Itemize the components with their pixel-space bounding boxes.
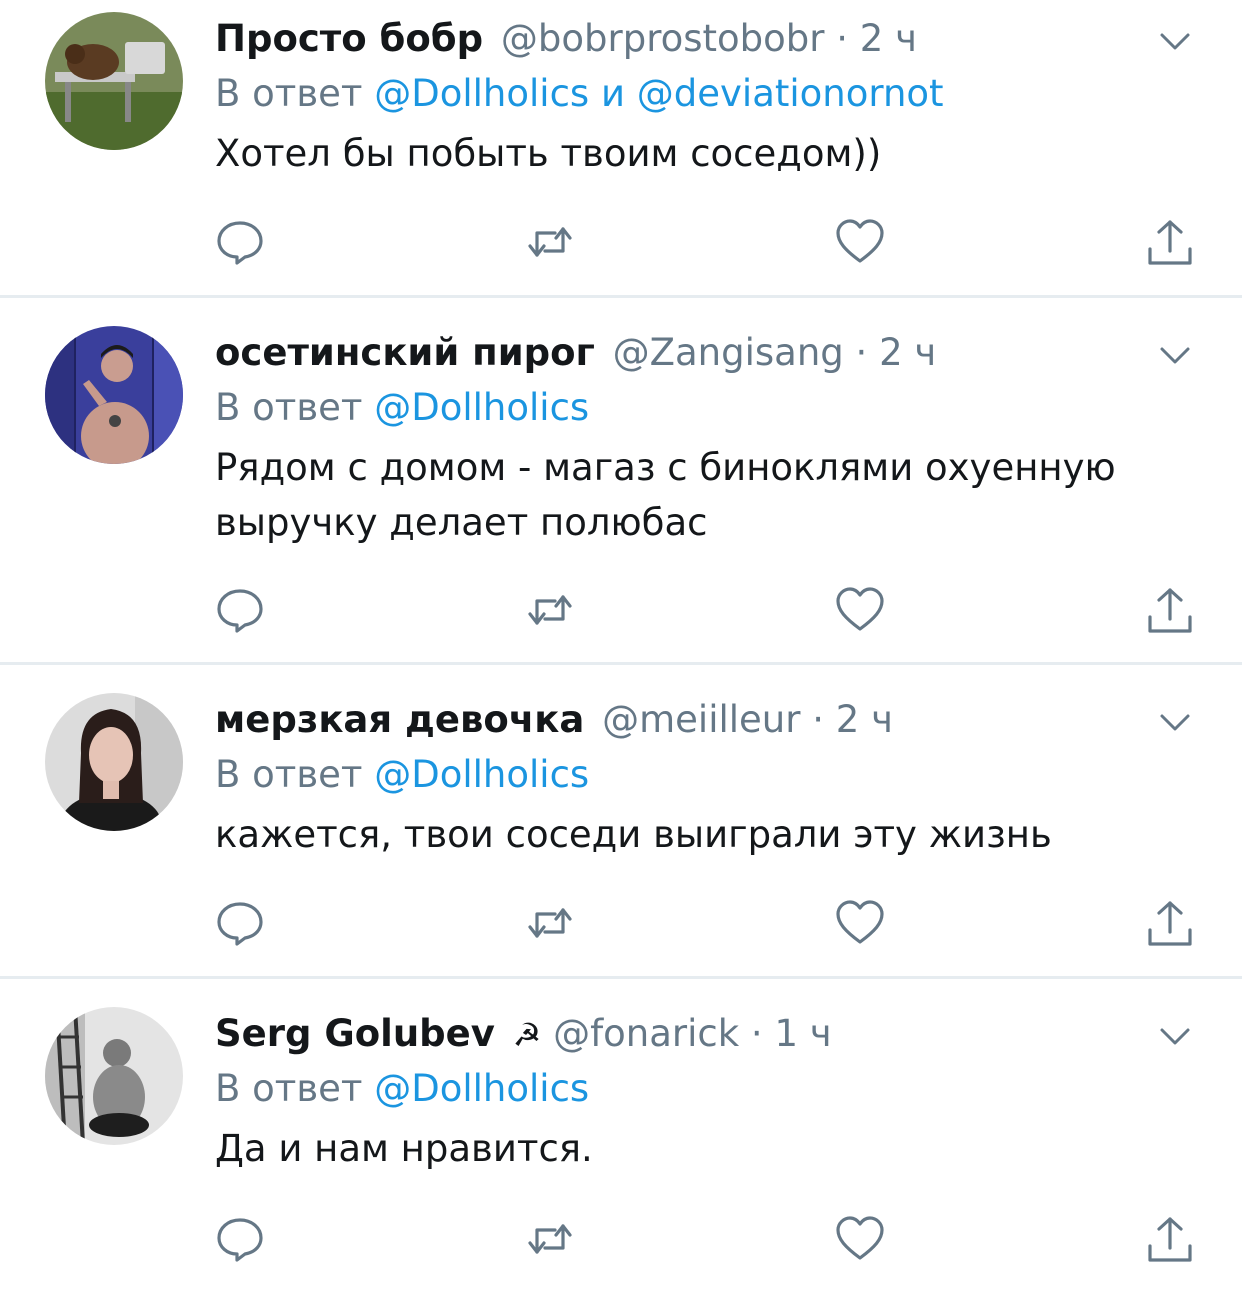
mention-link[interactable]: @Dollholics [374,386,589,429]
reply-prefix: В ответ [215,753,363,796]
like-icon[interactable] [835,898,885,948]
like-icon[interactable] [835,585,885,635]
like-icon[interactable] [835,217,885,267]
user-handle[interactable]: @Zangisang [613,331,844,374]
chevron-down-icon[interactable] [1156,22,1194,60]
display-name[interactable]: мерзкая девочка [215,698,584,741]
bw-man-hat-avatar [45,1007,183,1145]
reply-icon[interactable] [215,1214,265,1264]
tweet-header: мерзкая девочка @meiilleur · 2 ч [215,695,1212,745]
share-icon[interactable] [1145,217,1195,267]
display-name[interactable]: Serg Golubev [215,1012,495,1055]
timestamp[interactable]: 2 ч [879,331,936,374]
timestamp[interactable]: 1 ч [774,1012,831,1055]
mention-link[interactable]: @Dollholics [374,753,589,796]
timestamp[interactable]: 2 ч [836,698,893,741]
reply-icon[interactable] [215,898,265,948]
reply-prefix: В ответ [215,386,363,429]
tweet-actions [215,1214,1205,1264]
reply-icon[interactable] [215,585,265,635]
reply-context: В ответ @Dollholics и @deviationornot [215,64,1212,124]
chevron-down-icon[interactable] [1156,703,1194,741]
tweet-header: Просто бобр @bobrprostobobr · 2 ч [215,14,1212,64]
share-icon[interactable] [1145,898,1195,948]
chevron-down-icon[interactable] [1156,1017,1194,1055]
avatar[interactable] [45,693,183,831]
beaver-laptop-avatar [45,12,183,150]
retweet-icon[interactable] [525,217,575,267]
retweet-icon[interactable] [525,585,575,635]
display-name[interactable]: осетинский пирог [215,331,595,374]
hammer-sickle-emoji: ☭ [512,1016,542,1054]
tweet[interactable]: Serg Golubev ☭ @fonarick · 1 ч В ответ @… [0,979,1242,1290]
timestamp[interactable]: 2 ч [860,17,917,60]
mention-link[interactable]: @Dollholics [374,1067,589,1110]
retweet-icon[interactable] [525,898,575,948]
tweet-actions [215,898,1205,948]
tweet-text: Рядом с домом - магаз с биноклями охуенн… [215,446,1116,544]
tweet-text: Да и нам нравится. [215,1127,593,1170]
user-handle[interactable]: @meiilleur [602,698,800,741]
tweet-text: Хотел бы побыть твоим соседом)) [215,132,882,175]
avatar[interactable] [45,326,183,464]
mention-link[interactable]: @deviationornot [637,72,944,115]
avatar[interactable] [45,12,183,150]
separator-dot: · [750,1012,763,1055]
tweet-header: Serg Golubev ☭ @fonarick · 1 ч [215,1009,1212,1059]
tweet-actions [215,585,1205,635]
mention-link[interactable]: @Dollholics [374,72,589,115]
reply-context: В ответ @Dollholics [215,745,1212,805]
retweet-icon[interactable] [525,1214,575,1264]
reply-context: В ответ @Dollholics [215,378,1212,438]
reply-context: В ответ @Dollholics [215,1059,1212,1119]
mention-joiner: и [600,72,626,115]
separator-dot: · [812,698,824,741]
display-name[interactable]: Просто бобр [215,17,483,60]
user-handle[interactable]: @fonarick [553,1012,739,1055]
like-icon[interactable] [835,1214,885,1264]
tweet[interactable]: осетинский пирог @Zangisang · 2 ч В отве… [0,298,1242,665]
separator-dot: · [836,17,849,60]
tattooed-man-avatar [45,326,183,464]
avatar[interactable] [45,1007,183,1145]
tweet-actions [215,217,1205,267]
separator-dot: · [855,331,868,374]
tweet[interactable]: мерзкая девочка @meiilleur · 2 ч В ответ… [0,665,1242,979]
reply-icon[interactable] [215,217,265,267]
tweet[interactable]: Просто бобр @bobrprostobobr · 2 ч В отве… [0,0,1242,298]
user-handle[interactable]: @bobrprostobobr [501,17,825,60]
tweet-text: кажется, твои соседи выиграли эту жизнь [215,813,1052,856]
reply-prefix: В ответ [215,72,363,115]
tweet-feed: Просто бобр @bobrprostobobr · 2 ч В отве… [0,0,1242,1290]
share-icon[interactable] [1145,1214,1195,1264]
share-icon[interactable] [1145,585,1195,635]
tweet-header: осетинский пирог @Zangisang · 2 ч [215,328,1212,378]
reply-prefix: В ответ [215,1067,363,1110]
girl-portrait-avatar [45,693,183,831]
chevron-down-icon[interactable] [1156,336,1194,374]
